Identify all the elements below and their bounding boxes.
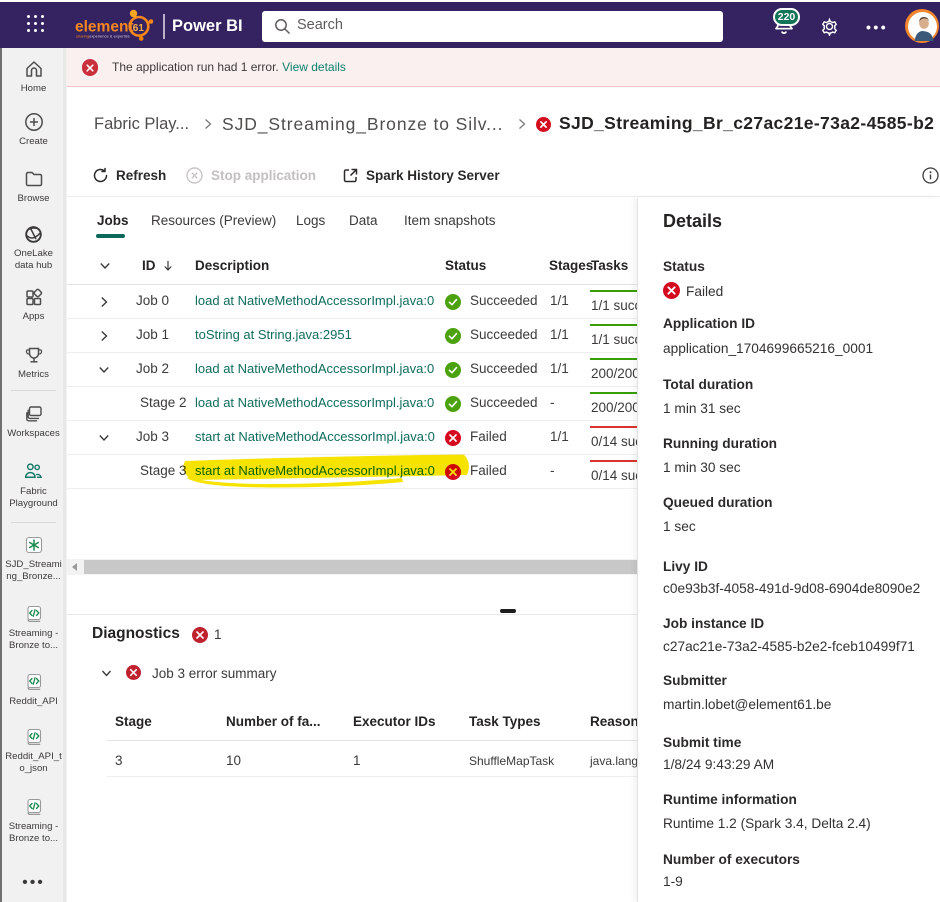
svg-text:sharingexperience & expertise: sharingexperience & expertise	[76, 34, 131, 39]
svg-text:61: 61	[133, 23, 145, 34]
